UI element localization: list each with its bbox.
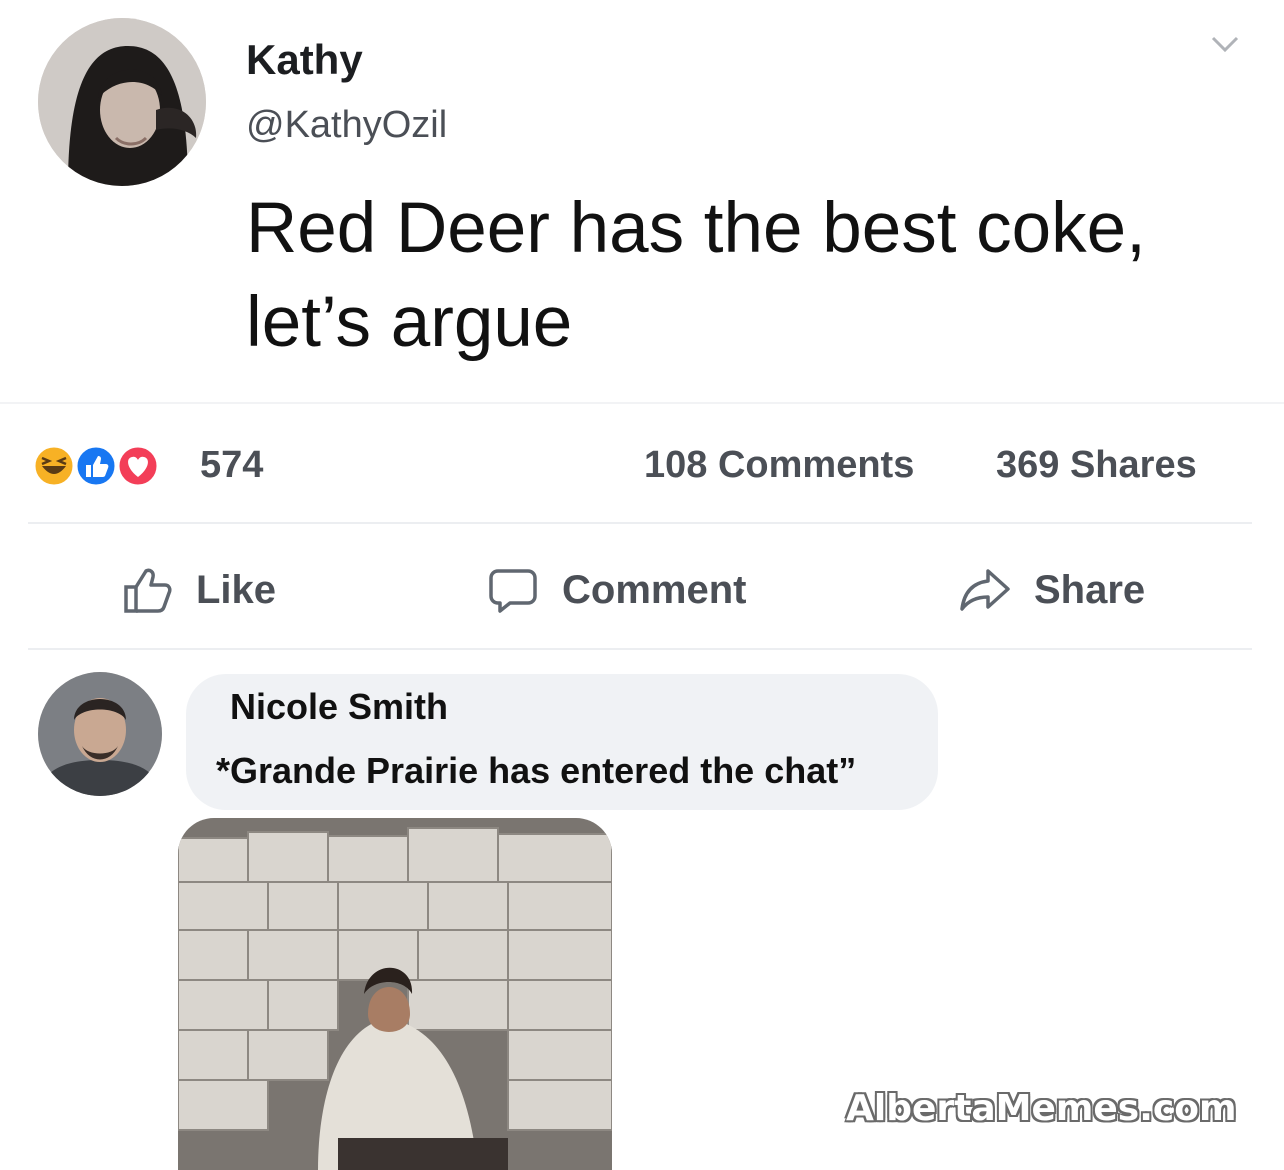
haha-reaction-icon	[32, 444, 76, 488]
post-text: Red Deer has the best coke, let’s argue	[246, 189, 1146, 362]
divider	[28, 522, 1252, 524]
author-handle[interactable]: @KathyOzil	[246, 104, 447, 147]
like-label: Like	[196, 567, 277, 612]
comments-count[interactable]: 108 Comments	[644, 444, 914, 487]
watermark: AlbertaMemes.com	[846, 1088, 1237, 1129]
comment-photo[interactable]	[178, 818, 612, 1170]
share-button[interactable]: Share	[958, 560, 1145, 620]
love-reaction-icon	[116, 444, 160, 488]
divider	[28, 648, 1252, 650]
reaction-icons[interactable]	[32, 444, 188, 488]
share-arrow-icon	[960, 569, 1010, 611]
comment-text: *Grande Prairie has entered the chat”	[216, 750, 857, 791]
share-label: Share	[1034, 567, 1146, 612]
like-button[interactable]: Like	[120, 560, 276, 620]
author-name[interactable]: Kathy	[246, 36, 363, 84]
like-reaction-icon	[74, 444, 118, 488]
chevron-down-icon[interactable]	[1210, 34, 1240, 56]
commenter-name[interactable]: Nicole Smith	[230, 686, 448, 728]
thumbs-up-icon	[124, 568, 172, 613]
reaction-count[interactable]: 574	[200, 444, 263, 487]
author-avatar[interactable]	[38, 18, 206, 186]
comment-label: Comment	[562, 567, 747, 612]
comment-button[interactable]: Comment	[486, 560, 746, 620]
commenter-avatar[interactable]	[38, 672, 162, 796]
divider	[0, 402, 1284, 404]
shares-count[interactable]: 369 Shares	[996, 444, 1197, 487]
speech-bubble-icon	[489, 569, 537, 613]
